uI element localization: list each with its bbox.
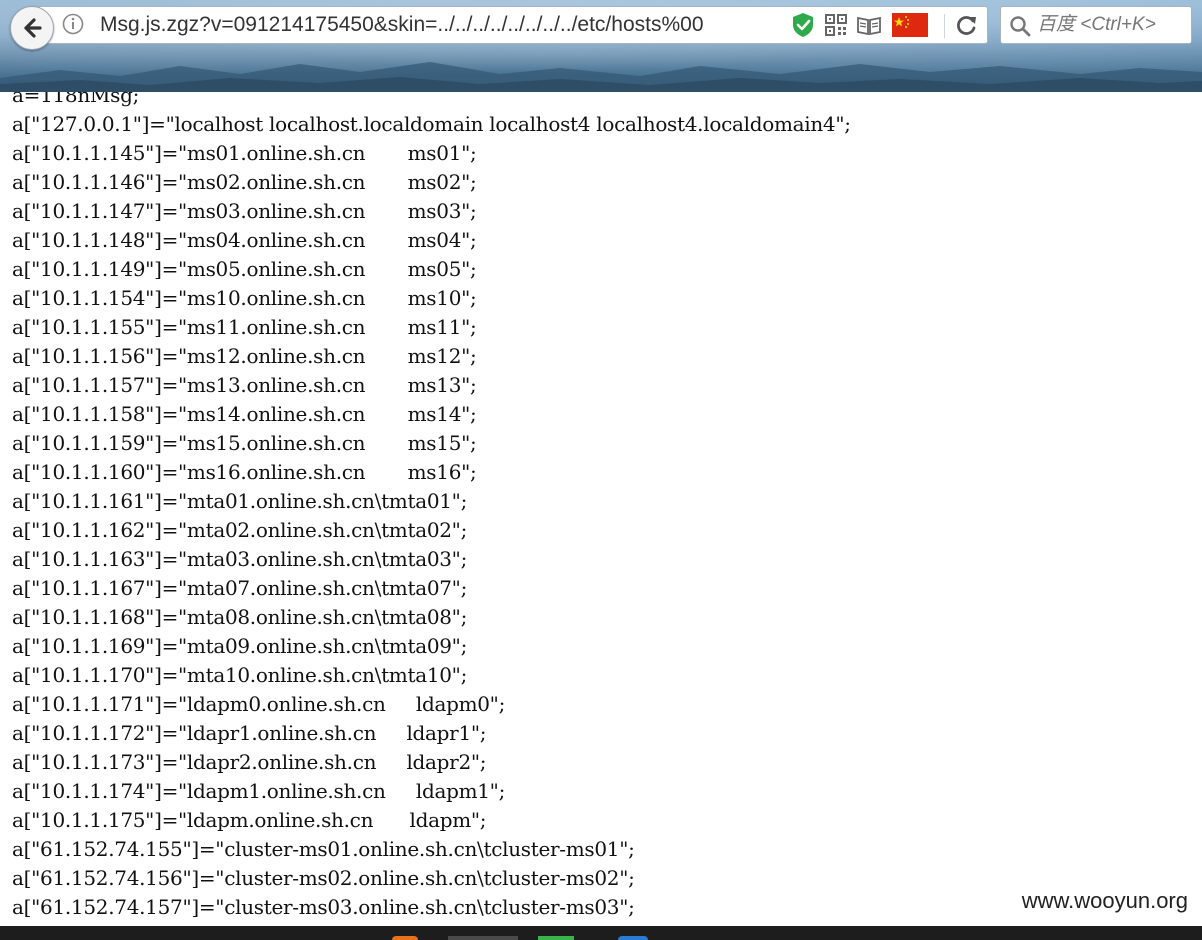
qr-code-icon[interactable] bbox=[824, 11, 848, 39]
search-placeholder: 百度 <Ctrl+K> bbox=[1037, 14, 1156, 35]
hosts-line: a["10.1.1.146"]="ms02.online.sh.cn ms02"… bbox=[12, 170, 477, 194]
back-arrow-icon bbox=[24, 18, 42, 38]
hosts-line: a["10.1.1.148"]="ms04.online.sh.cn ms04"… bbox=[12, 228, 477, 252]
china-flag-icon[interactable] bbox=[892, 11, 928, 39]
toolbar-divider bbox=[944, 14, 945, 38]
hosts-line: a["61.152.74.156"]="cluster-ms02.online.… bbox=[12, 866, 635, 890]
hosts-line: a["10.1.1.170"]="mta10.online.sh.cn\tmta… bbox=[12, 663, 468, 687]
hosts-line: a["10.1.1.149"]="ms05.online.sh.cn ms05"… bbox=[12, 257, 477, 281]
watermark: www.wooyun.org bbox=[1017, 888, 1192, 914]
hosts-line: a["61.152.74.155"]="cluster-ms01.online.… bbox=[12, 837, 635, 861]
hosts-line: a=118nMsg; bbox=[12, 92, 140, 107]
taskbar-app-active[interactable] bbox=[448, 936, 518, 940]
reader-mode-icon[interactable] bbox=[856, 11, 882, 39]
taskbar bbox=[0, 926, 1202, 940]
hosts-line: a["10.1.1.174"]="ldapm1.online.sh.cn lda… bbox=[12, 779, 506, 803]
hosts-line: a["10.1.1.158"]="ms14.online.sh.cn ms14"… bbox=[12, 402, 477, 426]
hosts-line: a["10.1.1.156"]="ms12.online.sh.cn ms12"… bbox=[12, 344, 477, 368]
hosts-line: a["10.1.1.168"]="mta08.online.sh.cn\tmta… bbox=[12, 605, 468, 629]
hosts-line: a["10.1.1.169"]="mta09.online.sh.cn\tmta… bbox=[12, 634, 468, 658]
page-content: a=118nMsg; a["127.0.0.1"]="localhost loca… bbox=[0, 92, 1202, 926]
hosts-line: a["10.1.1.145"]="ms01.online.sh.cn ms01"… bbox=[12, 141, 477, 165]
shield-check-icon[interactable] bbox=[790, 11, 816, 39]
hosts-line: a["10.1.1.147"]="ms03.online.sh.cn ms03"… bbox=[12, 199, 477, 223]
theme-mountain-background bbox=[0, 62, 1202, 92]
hosts-line: a["10.1.1.162"]="mta02.online.sh.cn\tmta… bbox=[12, 518, 468, 542]
hosts-line: a["61.152.74.157"]="cluster-ms03.online.… bbox=[12, 895, 635, 919]
search-bar[interactable]: 百度 <Ctrl+K> bbox=[1000, 6, 1192, 44]
hosts-line: a["10.1.1.155"]="ms11.online.sh.cn ms11"… bbox=[12, 315, 477, 339]
taskbar-app-icon[interactable] bbox=[538, 936, 574, 940]
hosts-line: a["10.1.1.171"]="ldapm0.online.sh.cn lda… bbox=[12, 692, 506, 716]
search-icon[interactable] bbox=[1009, 15, 1031, 37]
hosts-line: a["10.1.1.154"]="ms10.online.sh.cn ms10"… bbox=[12, 286, 477, 310]
hosts-line: a["10.1.1.159"]="ms15.online.sh.cn ms15"… bbox=[12, 431, 477, 455]
hosts-text-lines: a=118nMsg; a["127.0.0.1"]="localhost loca… bbox=[12, 92, 851, 922]
hosts-line: a["10.1.1.160"]="ms16.online.sh.cn ms16"… bbox=[12, 460, 477, 484]
hosts-line: a["10.1.1.167"]="mta07.online.sh.cn\tmta… bbox=[12, 576, 468, 600]
info-icon[interactable] bbox=[62, 13, 84, 35]
hosts-line: a["10.1.1.172"]="ldapr1.online.sh.cn lda… bbox=[12, 721, 487, 745]
hosts-line: a["10.1.1.175"]="ldapm.online.sh.cn ldap… bbox=[12, 808, 487, 832]
hosts-line: a["10.1.1.163"]="mta03.online.sh.cn\tmta… bbox=[12, 547, 468, 571]
hosts-line: a["10.1.1.157"]="ms13.online.sh.cn ms13"… bbox=[12, 373, 477, 397]
back-button[interactable] bbox=[10, 6, 54, 50]
taskbar-app-icon[interactable] bbox=[392, 936, 418, 940]
url-text[interactable]: Msg.js.zgz?v=091214175450&skin=../../../… bbox=[100, 11, 788, 39]
taskbar-app-icon[interactable] bbox=[618, 936, 648, 940]
browser-toolbar: Msg.js.zgz?v=091214175450&skin=../../../… bbox=[0, 0, 1202, 92]
hosts-line: a["10.1.1.173"]="ldapr2.online.sh.cn lda… bbox=[12, 750, 487, 774]
reload-icon[interactable] bbox=[953, 13, 979, 39]
hosts-line: a["10.1.1.161"]="mta01.online.sh.cn\tmta… bbox=[12, 489, 468, 513]
hosts-line: a["127.0.0.1"]="localhost localhost.loca… bbox=[12, 112, 851, 136]
